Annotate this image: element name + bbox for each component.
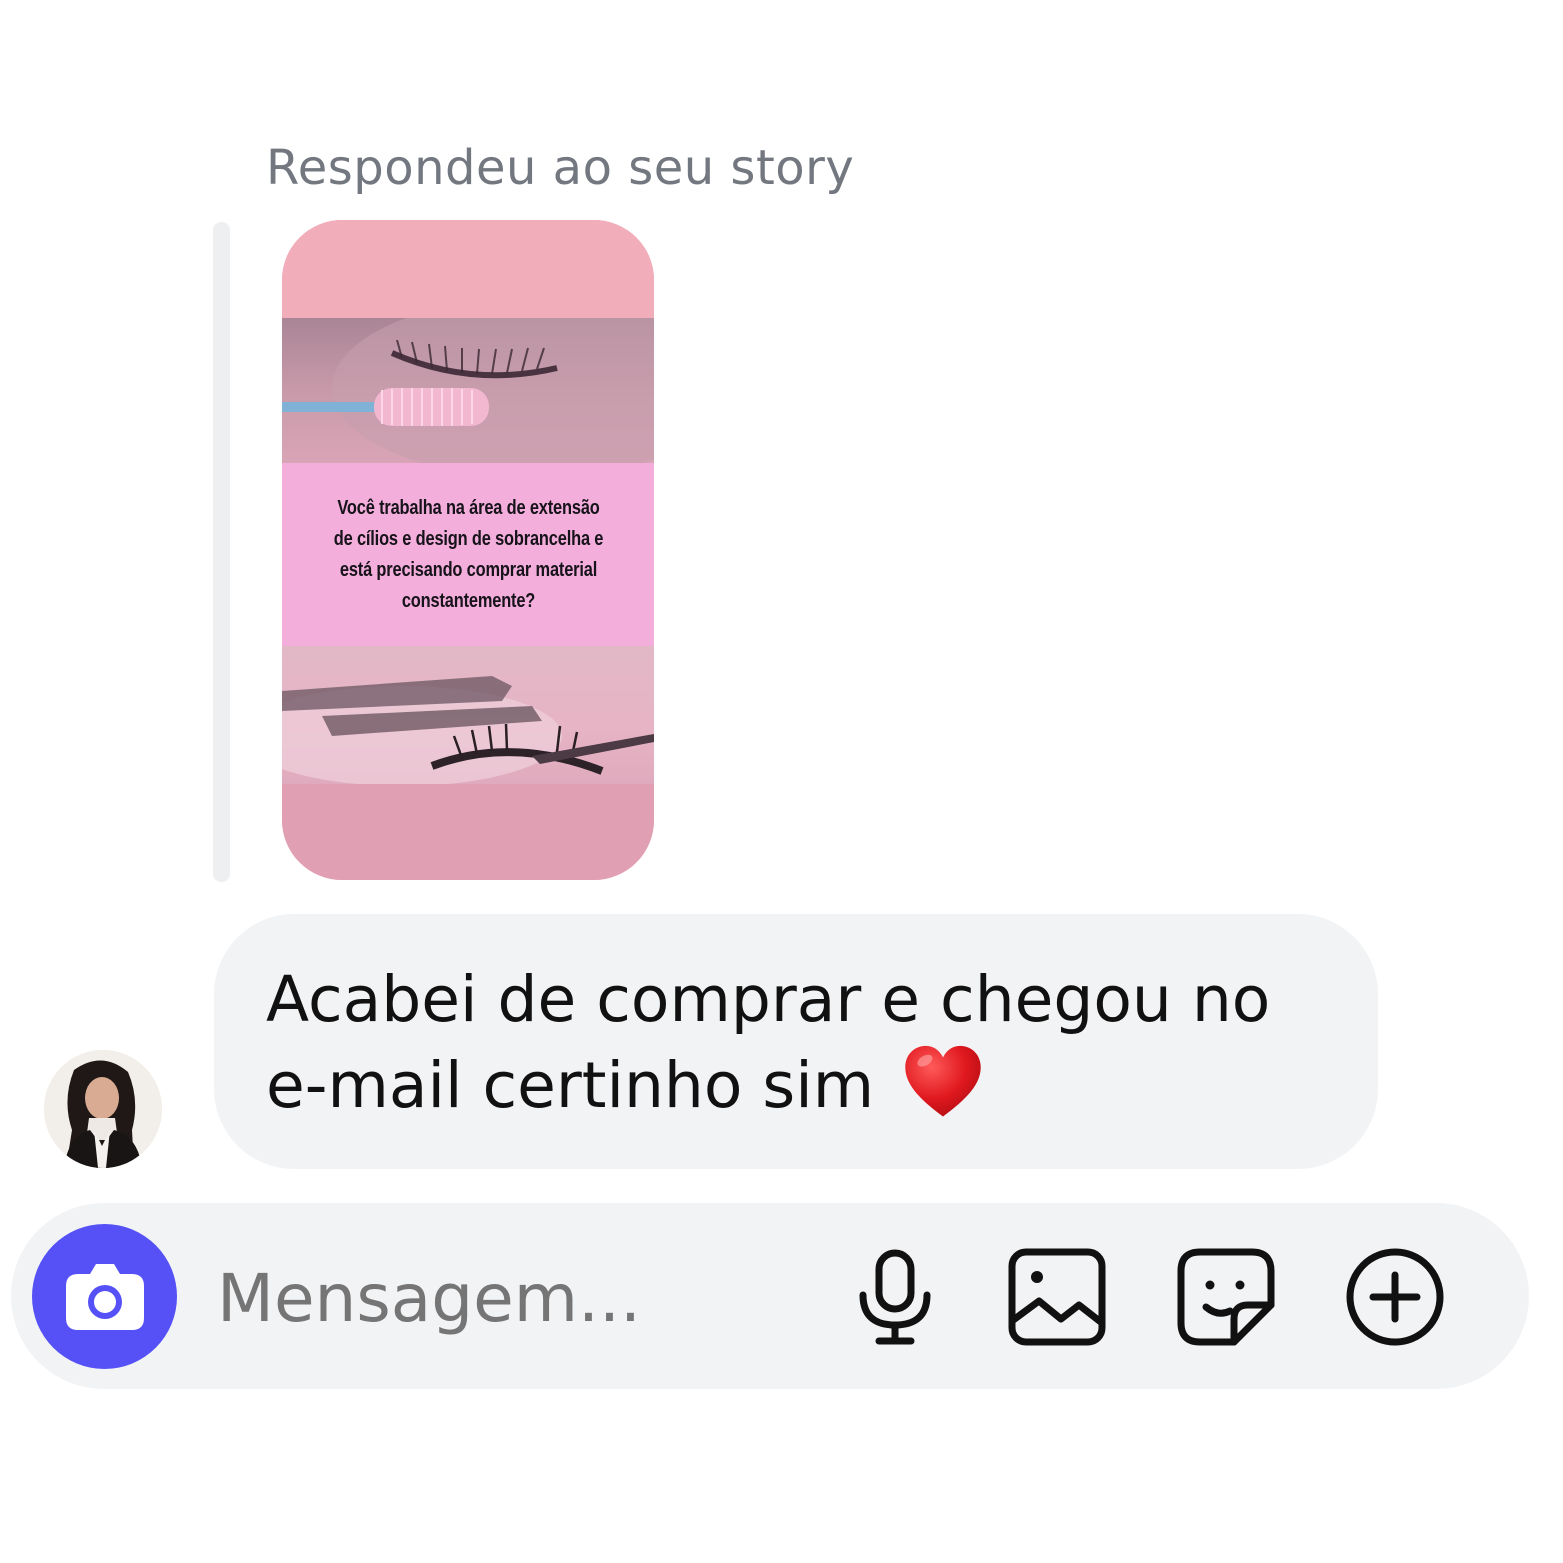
sticker-icon [1177, 1248, 1275, 1346]
message-input[interactable] [215, 1250, 819, 1347]
story-lash-brush-photo [282, 318, 654, 463]
gallery-icon [1008, 1248, 1106, 1346]
microphone-icon [859, 1249, 931, 1345]
add-button[interactable] [1343, 1245, 1447, 1349]
message-bubble[interactable]: Acabei de comprar e chegou no e-mail cer… [214, 914, 1378, 1169]
message-text-container: Acabei de comprar e chegou no e-mail cer… [266, 958, 1346, 1127]
add-circle-icon [1346, 1248, 1444, 1346]
story-bottom-band [282, 784, 654, 880]
sticker-button[interactable] [1174, 1245, 1278, 1349]
reply-context-label: Respondeu ao seu story [266, 140, 855, 196]
avatar[interactable] [44, 1050, 162, 1168]
message-text: Acabei de comprar e chegou no e-mail cer… [266, 963, 1271, 1122]
reply-quote-bar [213, 222, 230, 882]
story-caption: Você trabalha na área de extensão de cíl… [333, 496, 603, 612]
microphone-button[interactable] [843, 1245, 947, 1349]
gallery-button[interactable] [1005, 1245, 1109, 1349]
story-caption-band: Você trabalha na área de extensão de cíl… [282, 463, 654, 646]
red-heart-icon [905, 1045, 981, 1117]
story-top-band [282, 220, 654, 318]
story-tweezers-photo [282, 646, 654, 784]
story-preview[interactable]: Você trabalha na área de extensão de cíl… [282, 220, 654, 880]
camera-icon [65, 1263, 144, 1330]
camera-button[interactable] [32, 1224, 177, 1369]
